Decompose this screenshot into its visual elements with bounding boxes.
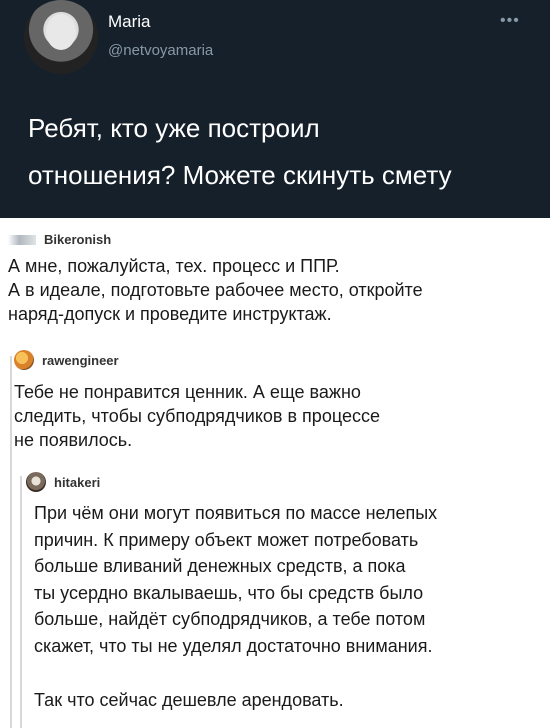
comment-line: ты усердно вкалываешь, что бы средств бы… (34, 582, 424, 603)
comment-line: причин. К примеру объект может потребова… (34, 529, 419, 550)
comment-line: А в идеале, подготовьте рабочее место, о… (8, 280, 423, 300)
comment-line: Тебе не понравится ценник. А еще важно (14, 382, 361, 402)
thread-indent-line (20, 476, 22, 728)
comment-final-line: Так что сейчас дешевле арендовать. (34, 690, 344, 710)
comment-thread: Bikeronish А мне, пожалуйста, тех. проце… (0, 218, 550, 728)
avatar[interactable] (24, 0, 98, 74)
comment-text: Тебе не понравится ценник. А еще важно с… (14, 380, 380, 452)
comment-line: При чём они могут появиться по массе нел… (34, 503, 438, 523)
comment-text: При чём они могут появиться по массе нел… (34, 500, 437, 659)
comment-user[interactable]: rawengineer (14, 350, 119, 370)
comment-line: наряд-допуск и проведите инструктаж. (8, 304, 332, 324)
comment-text: А мне, пожалуйста, тех. процесс и ППР. А… (8, 254, 423, 326)
comment-user[interactable]: Bikeronish (8, 232, 111, 247)
comment-line: не появилось. (14, 430, 133, 450)
tweet-text-line: Ребят, кто уже построил (28, 113, 320, 143)
user-icon (26, 472, 46, 492)
username[interactable]: hitakeri (54, 475, 100, 490)
user-icon (8, 234, 36, 245)
tweet-text-line: отношения? Можете скинуть смету (28, 160, 452, 190)
comment-line: А мне, пожалуйста, тех. процесс и ППР. (8, 256, 340, 276)
display-name[interactable]: Maria (108, 12, 151, 32)
comment-line: больше, найдёт субподрядчиков, а тебе по… (34, 609, 426, 629)
username[interactable]: Bikeronish (44, 232, 111, 247)
tweet-text: Ребят, кто уже построил отношения? Может… (28, 105, 528, 199)
tweet-card: Maria @netvoyamaria ••• Ребят, кто уже п… (0, 0, 550, 218)
comment-user[interactable]: hitakeri (26, 472, 100, 492)
user-handle[interactable]: @netvoyamaria (108, 42, 213, 59)
more-options-icon[interactable]: ••• (500, 12, 520, 30)
comment-line: следить, чтобы субподрядчиков в процессе (14, 406, 380, 426)
comment-line: больше вливаний денежных средств, а пока (34, 556, 406, 576)
thread-indent-line (10, 356, 12, 728)
comment-line: скажет, что ты не уделял достаточно вним… (34, 635, 433, 656)
username[interactable]: rawengineer (42, 353, 119, 368)
user-icon (14, 350, 34, 370)
